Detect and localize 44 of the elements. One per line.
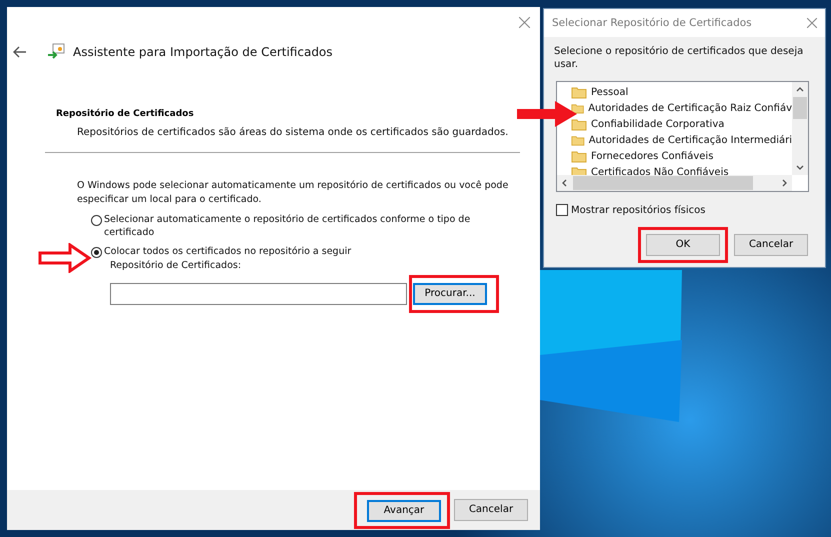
horizontal-scrollbar[interactable] xyxy=(557,175,792,191)
close-icon[interactable] xyxy=(807,18,817,28)
intro-text: O Windows pode selecionar automaticamente um repositório de certificados ou você pode especificar um local para o certificado. xyxy=(77,179,510,207)
chevron-left-icon[interactable] xyxy=(561,179,567,187)
chevron-right-icon[interactable] xyxy=(782,179,788,187)
radio-button[interactable] xyxy=(91,247,102,258)
tree-item[interactable]: Certificados Não Confiáveis xyxy=(571,164,792,175)
chevron-up-icon[interactable] xyxy=(796,86,804,92)
outline-arrow-icon xyxy=(38,243,92,273)
tree-item[interactable]: Autoridades de Certificação Intermediári xyxy=(571,132,792,148)
store-field[interactable] xyxy=(110,283,407,305)
radio-label: Colocar todos os certificados no repositório a seguir xyxy=(104,245,352,258)
dialog-prompt: Selecione o repositório de certificados que deseja usar. xyxy=(554,45,804,71)
back-arrow-icon[interactable] xyxy=(13,46,27,58)
scrollbar-thumb[interactable] xyxy=(573,176,753,190)
tree-item[interactable]: Fornecedores Confiáveis xyxy=(571,148,792,164)
folder-icon xyxy=(571,102,584,114)
folder-icon xyxy=(571,134,585,146)
dialog-title: Selecionar Repositório de Certificados xyxy=(552,17,752,29)
next-button[interactable]: Avançar xyxy=(367,500,441,522)
radio-button[interactable] xyxy=(91,215,102,226)
folder-icon xyxy=(571,86,587,98)
section-heading: Repositório de Certificados xyxy=(56,109,195,119)
tree-item[interactable]: Confiabilidade Corporativa xyxy=(571,116,792,132)
ok-button[interactable]: OK xyxy=(646,234,720,256)
browse-button[interactable]: Procurar... xyxy=(413,283,487,305)
wizard-title: Assistente para Importação de Certificados xyxy=(73,45,333,59)
folder-icon xyxy=(571,118,587,130)
cancel-button[interactable]: Cancelar xyxy=(454,499,528,521)
store-label: Repositório de Certificados: xyxy=(110,260,242,271)
tree-item[interactable]: Pessoal xyxy=(571,84,792,100)
arrow-icon xyxy=(517,101,577,127)
chevron-down-icon[interactable] xyxy=(796,165,804,171)
scrollbar-thumb[interactable] xyxy=(793,97,807,119)
checkbox[interactable] xyxy=(556,204,568,216)
folder-icon xyxy=(571,150,587,162)
certificate-icon xyxy=(47,43,65,61)
close-icon[interactable] xyxy=(519,17,530,28)
cancel-button[interactable]: Cancelar xyxy=(734,234,808,256)
radio-label: Selecionar automaticamente o repositório de certificados conforme o tipo de certificado xyxy=(104,213,472,239)
vertical-scrollbar[interactable] xyxy=(792,82,808,175)
section-description: Repositórios de certificados são áreas do sistema onde os certificados são guardados. xyxy=(77,127,510,138)
tree-item[interactable]: Autoridades de Certificação Raiz Confiáv xyxy=(571,100,792,116)
checkbox-label: Mostrar repositórios físicos xyxy=(571,204,706,216)
